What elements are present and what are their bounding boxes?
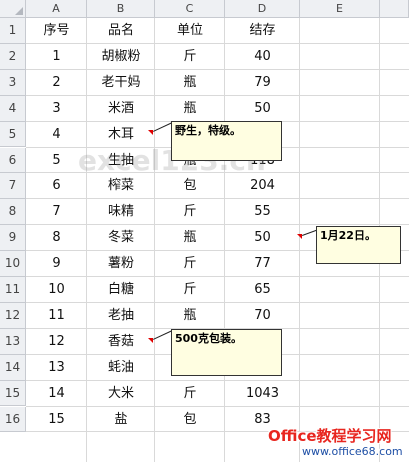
table-cell[interactable]: 10 xyxy=(26,277,87,303)
table-cell[interactable]: 老干妈 xyxy=(87,70,155,96)
row-header-14[interactable]: 14 xyxy=(0,354,26,381)
table-cell[interactable]: 胡椒粉 xyxy=(87,44,155,70)
table-cell[interactable]: 50 xyxy=(225,96,300,122)
site-logo: Office教程学习网 www.office68.com xyxy=(268,425,409,462)
table-cell[interactable]: 40 xyxy=(225,44,300,70)
row-header-11[interactable]: 11 xyxy=(0,277,26,303)
table-cell[interactable]: 斤 xyxy=(155,251,225,277)
row-header-1[interactable]: 1 xyxy=(0,18,26,44)
table-cell[interactable]: 70 xyxy=(225,303,300,329)
table-cell[interactable]: 斤 xyxy=(155,381,225,407)
row-header-10[interactable]: 10 xyxy=(0,251,26,277)
table-cell[interactable]: 味精 xyxy=(87,199,155,225)
table-cell[interactable]: 香菇 xyxy=(87,329,155,355)
table-cell[interactable]: 斤 xyxy=(155,199,225,225)
table-cell[interactable]: 大米 xyxy=(87,381,155,407)
row-header-5[interactable]: 5 xyxy=(0,121,26,148)
column-header-c[interactable]: C xyxy=(155,0,225,18)
table-cell[interactable]: 12 xyxy=(26,329,87,355)
cell-comment-e9[interactable]: 1月22日。 xyxy=(316,226,401,264)
column-header-e[interactable]: E xyxy=(300,0,380,18)
table-cell[interactable]: 盐 xyxy=(87,407,155,433)
row-header-9[interactable]: 9 xyxy=(0,225,26,252)
table-cell[interactable]: 204 xyxy=(225,173,300,199)
table-cell[interactable]: 薯粉 xyxy=(87,251,155,277)
comment-text: 野生，特级。 xyxy=(175,124,241,137)
table-cell[interactable]: 6 xyxy=(26,173,87,199)
row-header-8[interactable]: 8 xyxy=(0,199,26,226)
table-cell[interactable]: 50 xyxy=(225,225,300,251)
table-cell[interactable]: 8 xyxy=(26,225,87,251)
row-header-13[interactable]: 13 xyxy=(0,328,26,355)
logo-url-text: www.office68.com xyxy=(302,445,403,458)
comment-text: 1月22日。 xyxy=(320,229,376,242)
row-header-3[interactable]: 3 xyxy=(0,69,26,96)
table-cell[interactable]: 木耳 xyxy=(87,122,155,148)
header-cell[interactable]: 品名 xyxy=(87,18,155,44)
table-cell[interactable]: 蚝油 xyxy=(87,355,155,381)
table-cell[interactable]: 3 xyxy=(26,96,87,122)
column-header-partial xyxy=(380,0,409,18)
table-cell[interactable]: 米酒 xyxy=(87,96,155,122)
row-header-16[interactable]: 16 xyxy=(0,406,26,433)
table-cell[interactable]: 斤 xyxy=(155,44,225,70)
table-cell[interactable]: 白糖 xyxy=(87,277,155,303)
column-header-d[interactable]: D xyxy=(225,0,300,18)
column-header-a[interactable]: A xyxy=(26,0,87,18)
table-cell[interactable]: 瓶 xyxy=(155,303,225,329)
logo-main-text: Office教程学习网 xyxy=(268,427,392,445)
table-cell[interactable]: 9 xyxy=(26,251,87,277)
table-cell[interactable]: 2 xyxy=(26,70,87,96)
table-cell[interactable]: 包 xyxy=(155,407,225,433)
table-cell[interactable]: 包 xyxy=(155,173,225,199)
table-cell[interactable]: 1043 xyxy=(225,381,300,407)
table-cell[interactable]: 13 xyxy=(26,355,87,381)
spreadsheet: ABCDE 1 2 3 4 5 6 7 8 9 10 11 12 13 14 15 16 序号 品名 单位 结存 1 胡… xyxy=(0,0,409,462)
select-all-button[interactable] xyxy=(0,0,26,18)
header-cell[interactable]: 结存 xyxy=(225,18,300,44)
table-cell[interactable]: 79 xyxy=(225,70,300,96)
cell-comment-c12[interactable]: 500克包装。 xyxy=(171,329,282,376)
table-cell[interactable]: 1 xyxy=(26,44,87,70)
column-header-b[interactable]: B xyxy=(87,0,155,18)
table-cell[interactable]: 瓶 xyxy=(155,70,225,96)
header-cell[interactable]: 单位 xyxy=(155,18,225,44)
row-header-4[interactable]: 4 xyxy=(0,95,26,122)
comment-text: 500克包装。 xyxy=(175,332,242,345)
table-cell[interactable]: 15 xyxy=(26,407,87,433)
table-cell[interactable]: 65 xyxy=(225,277,300,303)
table-cell[interactable]: 4 xyxy=(26,122,87,148)
table-cell[interactable]: 7 xyxy=(26,199,87,225)
cell-comment-c4[interactable]: 野生，特级。 xyxy=(171,121,282,161)
table-cell[interactable]: 榨菜 xyxy=(87,173,155,199)
table-cell[interactable]: 77 xyxy=(225,251,300,277)
table-cell[interactable]: 生抽 xyxy=(87,148,155,174)
row-header-7[interactable]: 7 xyxy=(0,173,26,200)
header-cell[interactable]: 序号 xyxy=(26,18,87,44)
table-cell[interactable]: 瓶 xyxy=(155,225,225,251)
table-cell[interactable]: 14 xyxy=(26,381,87,407)
table-cell[interactable]: 老抽 xyxy=(87,303,155,329)
row-header-15[interactable]: 15 xyxy=(0,380,26,407)
table-cell[interactable]: 55 xyxy=(225,199,300,225)
row-header-12[interactable]: 12 xyxy=(0,302,26,329)
row-header-2[interactable]: 2 xyxy=(0,43,26,70)
table-cell[interactable]: 11 xyxy=(26,303,87,329)
table-cell[interactable]: 瓶 xyxy=(155,96,225,122)
row-header-6[interactable]: 6 xyxy=(0,147,26,174)
table-cell[interactable]: 5 xyxy=(26,148,87,174)
table-cell[interactable]: 冬菜 xyxy=(87,225,155,251)
table-cell[interactable]: 斤 xyxy=(155,277,225,303)
